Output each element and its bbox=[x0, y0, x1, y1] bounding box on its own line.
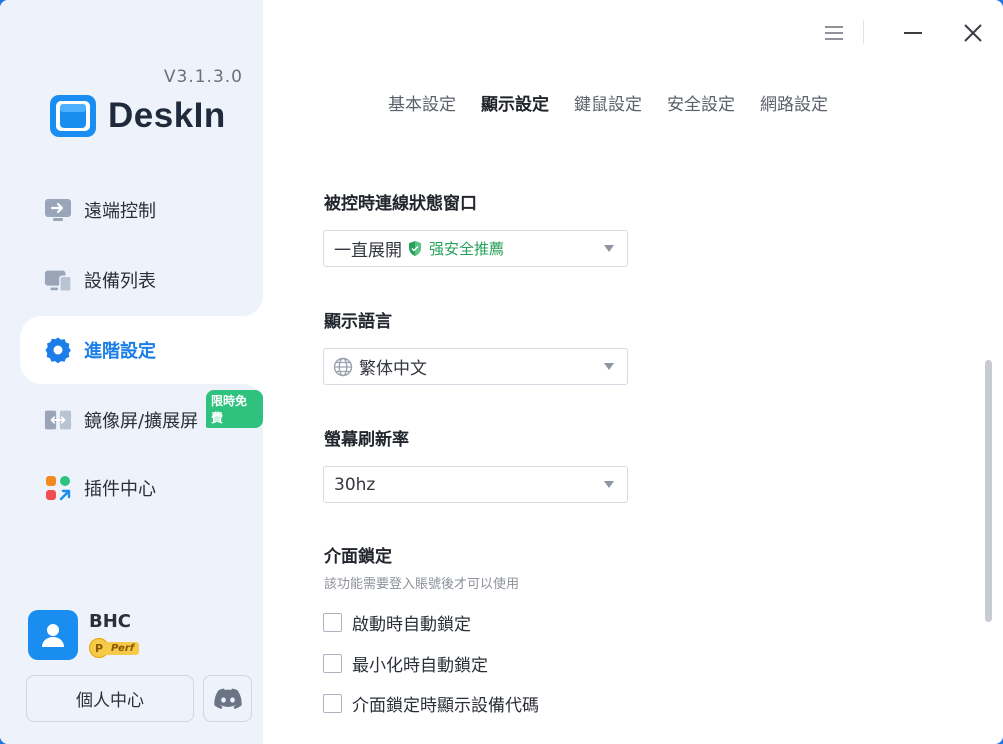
sidebar: V3.1.3.0 DeskIn 遠端控制 設備列表 進階設定 鏡像屏/擴展屏 限… bbox=[0, 0, 263, 744]
gear-icon bbox=[44, 336, 72, 364]
sidebar-item-label: 設備列表 bbox=[84, 271, 156, 292]
active-tab-corner bbox=[243, 296, 263, 316]
personal-center-button[interactable]: 個人中心 bbox=[26, 675, 194, 722]
status-window-value: 一直展開 bbox=[334, 241, 402, 261]
app-name: DeskIn bbox=[108, 96, 226, 135]
user-name: BHC bbox=[89, 611, 131, 632]
user-icon bbox=[42, 624, 64, 647]
tab-security[interactable]: 安全設定 bbox=[667, 90, 735, 115]
perf-badge-text: Perf bbox=[103, 641, 140, 655]
language-select[interactable]: 繁体中文 bbox=[323, 348, 628, 385]
sidebar-item-device-list[interactable]: 設備列表 bbox=[20, 246, 263, 314]
sidebar-item-label: 鏡像屏/擴展屏 bbox=[84, 411, 199, 432]
interface-lock-hint: 該功能需要登入賬號後才可以使用 bbox=[324, 577, 520, 592]
shield-icon bbox=[409, 241, 421, 256]
discord-button[interactable] bbox=[203, 675, 252, 722]
app-window: V3.1.3.0 DeskIn 遠端控制 設備列表 進階設定 鏡像屏/擴展屏 限… bbox=[0, 0, 1003, 744]
checkbox-box[interactable] bbox=[323, 613, 342, 632]
security-recommend: 强安全推薦 bbox=[407, 238, 504, 259]
tab-network[interactable]: 網路設定 bbox=[760, 90, 828, 115]
checkbox-label: 介面鎖定時顯示設備代碼 bbox=[352, 696, 539, 716]
tab-keyboard-mouse[interactable]: 鍵鼠設定 bbox=[574, 90, 642, 115]
sidebar-item-label: 遠端控制 bbox=[84, 201, 156, 222]
status-window-select[interactable]: 一直展開 强安全推薦 bbox=[323, 230, 628, 267]
sidebar-item-plugin-center[interactable]: 插件中心 bbox=[20, 454, 263, 522]
refresh-rate-title: 螢幕刷新率 bbox=[324, 430, 409, 450]
avatar[interactable] bbox=[28, 610, 78, 660]
sidebar-item-label: 進階設定 bbox=[84, 341, 156, 362]
minimize-button[interactable] bbox=[898, 18, 928, 48]
checkbox-box[interactable] bbox=[323, 654, 342, 673]
close-button[interactable] bbox=[958, 18, 988, 48]
device-list-icon bbox=[44, 266, 72, 294]
deskin-logo-icon bbox=[48, 92, 98, 140]
globe-icon bbox=[333, 357, 353, 376]
security-recommend-label: 强安全推薦 bbox=[429, 240, 505, 258]
scrollbar[interactable] bbox=[985, 360, 992, 622]
language-title: 顯示語言 bbox=[324, 312, 392, 332]
checkbox-label: 啟動時自動鎖定 bbox=[352, 615, 471, 635]
hamburger-menu-icon bbox=[825, 26, 843, 40]
minimize-icon bbox=[904, 32, 922, 34]
remote-control-icon bbox=[44, 196, 72, 224]
app-logo: DeskIn bbox=[48, 92, 226, 140]
mirror-screen-icon bbox=[44, 406, 72, 434]
user-profile[interactable]: BHC P Perf bbox=[28, 610, 140, 660]
chevron-down-icon bbox=[604, 481, 614, 488]
refresh-rate-value: 30hz bbox=[334, 474, 376, 495]
plugin-icon bbox=[44, 474, 72, 502]
checkbox-label: 最小化時自動鎖定 bbox=[352, 656, 488, 676]
chevron-down-icon bbox=[604, 363, 614, 370]
auto-lock-on-minimize-checkbox[interactable]: 最小化時自動鎖定 bbox=[323, 651, 488, 676]
close-icon bbox=[964, 24, 982, 42]
version-label: V3.1.3.0 bbox=[163, 67, 243, 87]
status-window-title: 被控時連線狀態窗口 bbox=[324, 194, 477, 214]
chevron-down-icon bbox=[604, 245, 614, 252]
sidebar-item-advanced-settings[interactable]: 進階設定 bbox=[20, 316, 263, 384]
settings-tabs: 基本設定 顯示設定 鍵鼠設定 安全設定 網路設定 bbox=[388, 90, 853, 115]
tab-display[interactable]: 顯示設定 bbox=[481, 90, 549, 115]
sidebar-item-label: 插件中心 bbox=[84, 479, 156, 500]
sidebar-item-remote-control[interactable]: 遠端控制 bbox=[20, 176, 263, 244]
language-value: 繁体中文 bbox=[359, 359, 427, 379]
perf-badge: P Perf bbox=[89, 638, 140, 658]
discord-icon bbox=[213, 688, 242, 709]
interface-lock-title: 介面鎖定 bbox=[324, 547, 392, 567]
auto-lock-on-start-checkbox[interactable]: 啟動時自動鎖定 bbox=[323, 610, 471, 635]
show-device-code-on-lock-checkbox[interactable]: 介面鎖定時顯示設備代碼 bbox=[323, 691, 539, 716]
refresh-rate-select[interactable]: 30hz bbox=[323, 466, 628, 503]
free-badge: 限時免費 bbox=[206, 390, 263, 428]
menu-button[interactable] bbox=[819, 18, 849, 48]
tab-basic[interactable]: 基本設定 bbox=[388, 90, 456, 115]
checkbox-box[interactable] bbox=[323, 694, 342, 713]
titlebar-divider bbox=[863, 20, 864, 44]
